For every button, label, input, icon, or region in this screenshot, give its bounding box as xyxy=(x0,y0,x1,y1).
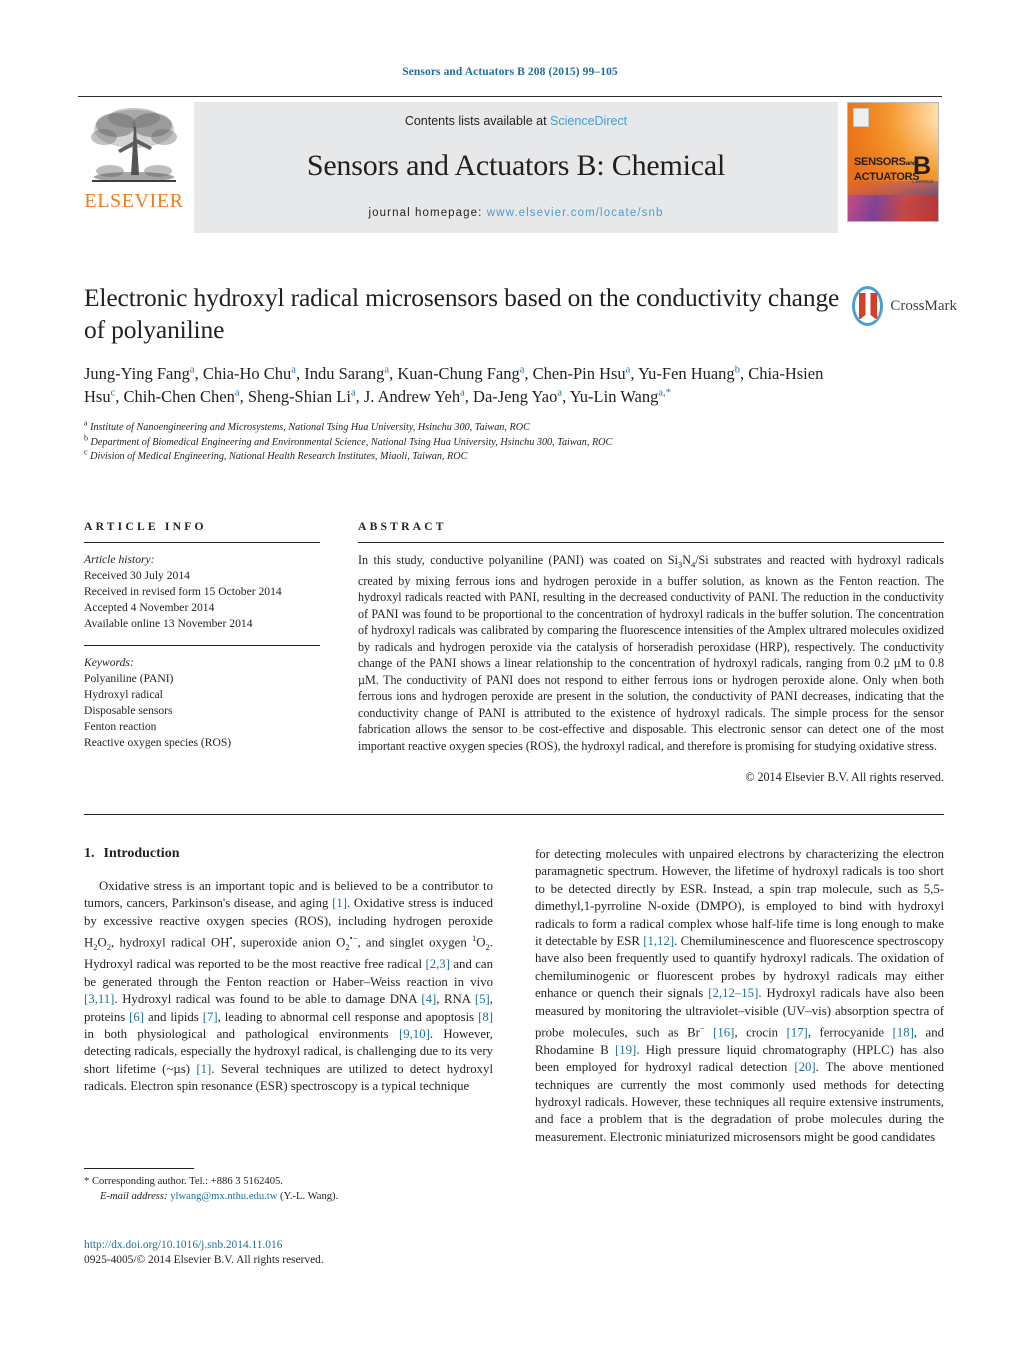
affiliation-item: c Division of Medical Engineering, Natio… xyxy=(84,447,844,465)
cover-title-text: SENSORSand ACTUATORS xyxy=(854,156,920,183)
affiliation-marker: b xyxy=(84,433,88,443)
elsevier-wordmark: ELSEVIER xyxy=(84,190,184,212)
article-history-label: Article history: xyxy=(84,553,155,566)
journal-title: Sensors and Actuators B: Chemical xyxy=(306,149,726,182)
body-columns: 1. Introduction Oxidative stress is an im… xyxy=(84,846,944,1146)
author-list: Jung-Ying Fanga, Chia-Ho Chua, Indu Sara… xyxy=(84,364,824,406)
running-head: Sensors and Actuators B 208 (2015) 99–10… xyxy=(402,66,618,78)
footnote-star: * xyxy=(84,1176,90,1187)
homepage-url-link[interactable]: www.elsevier.com/locate/snb xyxy=(487,207,664,219)
abstract-copyright: © 2014 Elsevier B.V. All rights reserved… xyxy=(745,770,944,785)
crossmark-icon xyxy=(852,286,884,326)
affiliation-list: a Institute of Nanoengineering and Micro… xyxy=(84,418,844,465)
keyword-item: Reactive oxygen species (ROS) xyxy=(84,736,232,749)
abstract-heading: ABSTRACT xyxy=(358,520,447,533)
body-column-right: for detecting molecules with unpaired el… xyxy=(535,846,944,1146)
footer-doi-block: http://dx.doi.org/10.1016/j.snb.2014.11.… xyxy=(84,1238,504,1268)
paper-page: Sensors and Actuators B 208 (2015) 99–10… xyxy=(0,0,1020,1351)
crossmark-label: CrossMark xyxy=(890,297,957,314)
cover-line1: SENSORS xyxy=(854,156,906,168)
keyword-item: Fenton reaction xyxy=(84,720,157,733)
affiliation-marker: c xyxy=(84,447,88,457)
homepage-label: journal homepage: xyxy=(368,207,487,219)
intro-paragraph-left: Oxidative stress is an important topic a… xyxy=(84,879,494,1094)
email-link[interactable]: ylwang@mx.nthu.edu.tw xyxy=(170,1191,277,1202)
affiliation-marker: a xyxy=(84,418,88,428)
section-divider xyxy=(84,814,944,815)
affiliation-item: b Department of Biomedical Engineering a… xyxy=(84,433,844,451)
info-abstract-row: ARTICLE INFO Article history: Received 3… xyxy=(84,520,944,785)
keyword-item: Disposable sensors xyxy=(84,704,173,717)
title-block: Electronic hydroxyl radical microsensors… xyxy=(84,282,844,465)
divider xyxy=(84,542,320,543)
corresponding-author-footnote: * Corresponding author. Tel.: +886 3 516… xyxy=(84,1168,493,1204)
article-info-heading: ARTICLE INFO xyxy=(84,520,207,533)
journal-cover-image: SENSORSand ACTUATORS B Chemical xyxy=(847,102,939,222)
divider xyxy=(358,542,944,543)
abstract-column: ABSTRACT In this study, conductive polya… xyxy=(358,520,944,785)
history-item: Accepted 4 November 2014 xyxy=(84,601,215,614)
affiliation-item: a Institute of Nanoengineering and Micro… xyxy=(84,418,844,436)
page-title: Electronic hydroxyl radical microsensors… xyxy=(84,283,840,344)
journal-homepage-line: journal homepage: www.elsevier.com/locat… xyxy=(369,207,664,219)
elsevier-logo: ELSEVIER xyxy=(78,102,190,233)
footnote-email-line: E-mail address: ylwang@mx.nthu.edu.tw (Y… xyxy=(84,1190,493,1205)
contents-prefix: Contents lists available at xyxy=(404,114,551,128)
history-item: Received 30 July 2014 xyxy=(84,569,190,582)
history-item: Received in revised form 15 October 2014 xyxy=(84,585,282,598)
journal-masthead: ELSEVIER Contents lists available at Sci… xyxy=(78,96,942,233)
email-suffix: (Y.-L. Wang). xyxy=(280,1190,339,1202)
doi-link[interactable]: http://dx.doi.org/10.1016/j.snb.2014.11.… xyxy=(84,1238,504,1253)
cover-volume-letter: B xyxy=(912,152,931,180)
cover-sub-letter: Chemical xyxy=(912,179,933,185)
contents-list-line: Contents lists available at ScienceDirec… xyxy=(405,114,627,128)
affiliation-text: Division of Medical Engineering, Nationa… xyxy=(90,451,468,463)
history-item: Available online 13 November 2014 xyxy=(84,617,253,630)
footnote-rule xyxy=(84,1168,194,1169)
footnote-corresponding: * Corresponding author. Tel.: +886 3 516… xyxy=(84,1175,493,1190)
cover-elsevier-mark xyxy=(853,108,869,127)
section-number: 1. xyxy=(84,846,95,861)
affiliation-text: Department of Biomedical Engineering and… xyxy=(90,436,613,448)
footnote-corresponding-text: Corresponding author. Tel.: +886 3 51624… xyxy=(91,1176,283,1187)
keyword-item: Polyaniline (PANI) xyxy=(84,672,174,685)
section-heading-introduction: 1. Introduction xyxy=(84,846,493,862)
affiliation-text: Institute of Nanoengineering and Microsy… xyxy=(90,422,530,433)
email-label: E-mail address: xyxy=(100,1190,168,1202)
keywords-label: Keywords: xyxy=(84,656,134,669)
article-info-column: ARTICLE INFO Article history: Received 3… xyxy=(84,520,320,785)
body-column-left: 1. Introduction Oxidative stress is an im… xyxy=(84,846,493,1146)
journal-cover-block: SENSORSand ACTUATORS B Chemical xyxy=(844,102,942,233)
section-title: Introduction xyxy=(103,846,180,861)
keyword-item: Hydroxyl radical xyxy=(84,688,163,701)
elsevier-tree-icon xyxy=(91,108,177,182)
crossmark-badge[interactable]: CrossMark xyxy=(852,283,957,329)
abstract-body: In this study, conductive polyaniline (P… xyxy=(358,553,944,753)
cover-line2: ACTUATORS xyxy=(854,170,920,183)
journal-band: Contents lists available at ScienceDirec… xyxy=(194,102,838,233)
intro-paragraph-right: for detecting molecules with unpaired el… xyxy=(535,847,944,1144)
issn-copyright-line: 0925-4005/© 2014 Elsevier B.V. All right… xyxy=(84,1254,324,1266)
divider xyxy=(84,645,320,646)
sciencedirect-link[interactable]: ScienceDirect xyxy=(550,114,627,128)
